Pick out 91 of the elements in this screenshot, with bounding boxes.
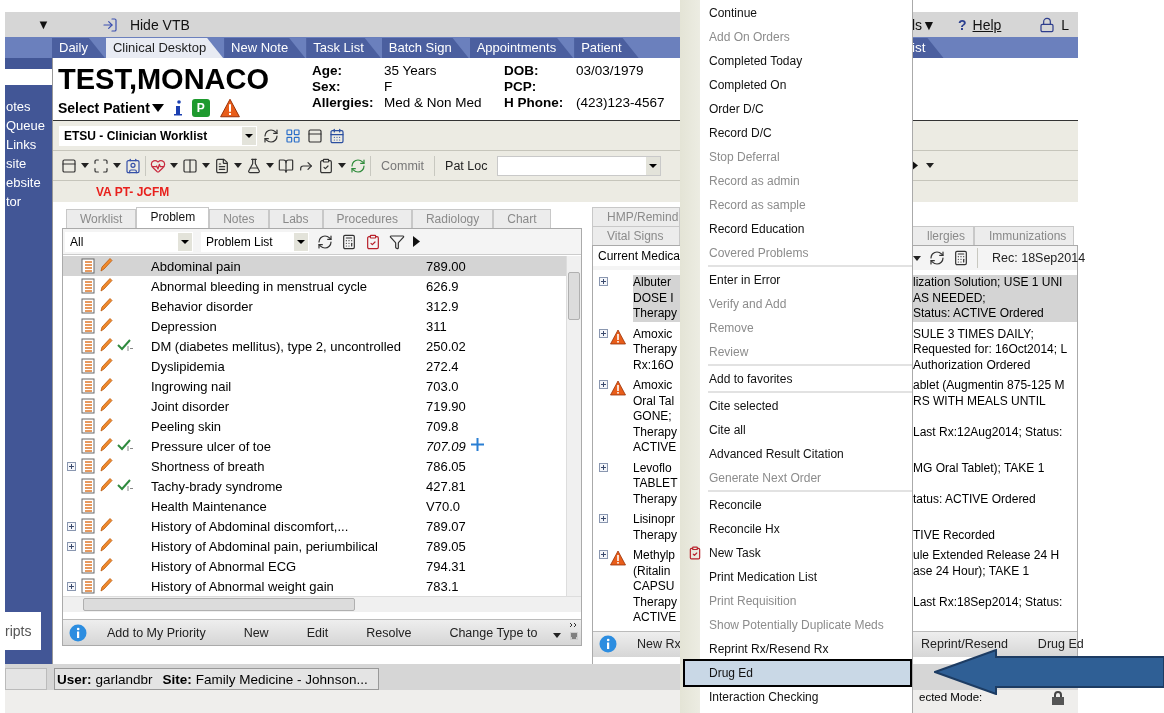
problem-name: Tachy-brady syndrome <box>151 478 284 494</box>
medication-text: Amoxic <box>633 326 674 342</box>
problem-code: V70.0 <box>426 498 461 514</box>
location-label: VA PT- JCFM <box>96 184 170 199</box>
reconciled-date: Rec: 18Sep2014 <box>991 251 1087 265</box>
medication-text: Methylp <box>633 548 677 564</box>
problem-code: 703.0 <box>426 378 460 394</box>
site-label: Site: <box>162 671 192 687</box>
field-value: 03/03/1979 <box>576 63 645 79</box>
problem-name: Behavior disorder <box>151 298 254 314</box>
field-label: Allergies: <box>312 95 375 111</box>
medication-text: tatus: ACTIVE Ordered <box>913 491 1037 507</box>
problem-code: 250.02 <box>426 338 467 354</box>
problem-code: 789.07 <box>426 518 467 534</box>
field-value: 35 Years <box>384 63 438 79</box>
medication-text: AS NEEDED; <box>913 290 987 306</box>
problem-name: Dyslipidemia <box>151 358 226 374</box>
medication-text: lization Solution; USE 1 UNI <box>913 275 1064 291</box>
problem-name: History of Abnormal ECG <box>151 558 298 574</box>
problem-code: 786.05 <box>426 458 467 474</box>
medication-text: Therapy <box>633 491 679 507</box>
problem-name: Health Maintenance <box>151 498 268 514</box>
medication-text: Therapy <box>633 306 679 322</box>
problem-code: 719.90 <box>426 398 467 414</box>
problem-code: 783.1 <box>426 578 460 594</box>
medication-text: Therapy <box>633 594 679 610</box>
medication-text: RS WITH MEALS UNTIL <box>913 393 1047 409</box>
problem-name: History of Abnormal weight gain <box>151 578 335 594</box>
problem-code: 272.4 <box>426 358 460 374</box>
medication-text: DOSE I <box>633 290 675 306</box>
medication-text: Requested for: 16Oct2014; L <box>913 342 1069 358</box>
medication-text: Lisinopr <box>633 512 677 528</box>
problem-code: 707.09 <box>426 438 467 454</box>
medication-text: Albuter <box>633 275 673 291</box>
field-label: PCP: <box>504 79 538 95</box>
medication-text: Last Rx:18Sep2014; Status: <box>913 594 1064 610</box>
site-name: Family Medicine - Johnson... <box>195 671 368 687</box>
medication-text: TIVE Recorded <box>913 527 997 543</box>
medication-text: Oral Tal <box>633 393 676 409</box>
medication-text: ase 24 Hour); TAKE 1 <box>913 563 1031 579</box>
problem-name: History of Abdominal pain, periumbilical <box>151 538 379 554</box>
patient-name: TEST,MONACO <box>58 62 271 96</box>
user-name: garlandbr <box>95 671 153 687</box>
medication-text: Last Rx:12Aug2014; Status: <box>913 424 1064 440</box>
field-label: Age: <box>312 63 343 79</box>
medication-text: CAPSU <box>633 579 676 595</box>
problem-name: Ingrowing nail <box>151 378 233 394</box>
medication-text: Therapy <box>633 342 679 358</box>
user-label: User: <box>57 671 92 687</box>
problem-name: Peeling skin <box>151 418 223 434</box>
medication-text: Amoxic <box>633 378 674 394</box>
field-value: Med & Non Med <box>384 95 483 111</box>
medication-text: Rx:16O <box>633 357 675 373</box>
medication-text: ACTIVE <box>633 440 678 456</box>
problem-name: History of Abdominal discomfort,... <box>151 518 350 534</box>
mode-text: ected Mode: <box>919 691 983 704</box>
medication-text: ule Extended Release 24 H <box>913 548 1061 564</box>
medication-text: MG Oral Tablet); TAKE 1 <box>913 460 1046 476</box>
field-value: (423)123-4567 <box>576 95 666 111</box>
medication-text: Therapy <box>633 527 679 543</box>
problem-name: Joint disorder <box>151 398 231 414</box>
medication-text: Levoflo <box>633 460 673 476</box>
pat-loc-label: Pat Loc <box>444 158 489 173</box>
field-label: DOB: <box>504 63 540 79</box>
problem-name: Pressure ulcer of toe <box>151 438 272 454</box>
field-value: F <box>384 79 394 95</box>
problem-code: 789.05 <box>426 538 467 554</box>
problem-name: Abdominal pain <box>151 258 242 274</box>
problem-code: 794.31 <box>426 558 467 574</box>
problem-name: Shortness of breath <box>151 458 266 474</box>
medication-text: (Ritalin <box>633 563 672 579</box>
problem-code: 789.00 <box>426 258 467 274</box>
problem-code: 311 <box>426 318 448 334</box>
medication-text: SULE 3 TIMES DAILY; <box>913 326 1035 342</box>
medication-text: TABLET <box>633 476 679 492</box>
field-label: Sex: <box>312 79 342 95</box>
problem-name: Abnormal bleeding in menstrual cycle <box>151 278 369 294</box>
medication-text: ablet (Augmentin 875-125 M <box>913 378 1066 394</box>
sidebar-logo: ripts <box>5 612 41 650</box>
problem-code: 427.81 <box>426 478 467 494</box>
problem-code: 312.9 <box>426 298 460 314</box>
problem-code: 709.8 <box>426 418 460 434</box>
medication-text: ACTIVE <box>633 610 678 626</box>
problem-name: Depression <box>151 318 218 334</box>
medication-text: Therapy <box>633 424 679 440</box>
medication-text: Status: ACTIVE Ordered <box>913 306 1045 322</box>
medication-text: Authorization Ordered <box>913 357 1032 373</box>
problem-code: 626.9 <box>426 278 460 294</box>
field-label: H Phone: <box>504 95 565 111</box>
problem-name: DM (diabetes mellitus), type 2, uncontrolled <box>151 338 402 354</box>
medication-text: GONE; <box>633 409 673 425</box>
